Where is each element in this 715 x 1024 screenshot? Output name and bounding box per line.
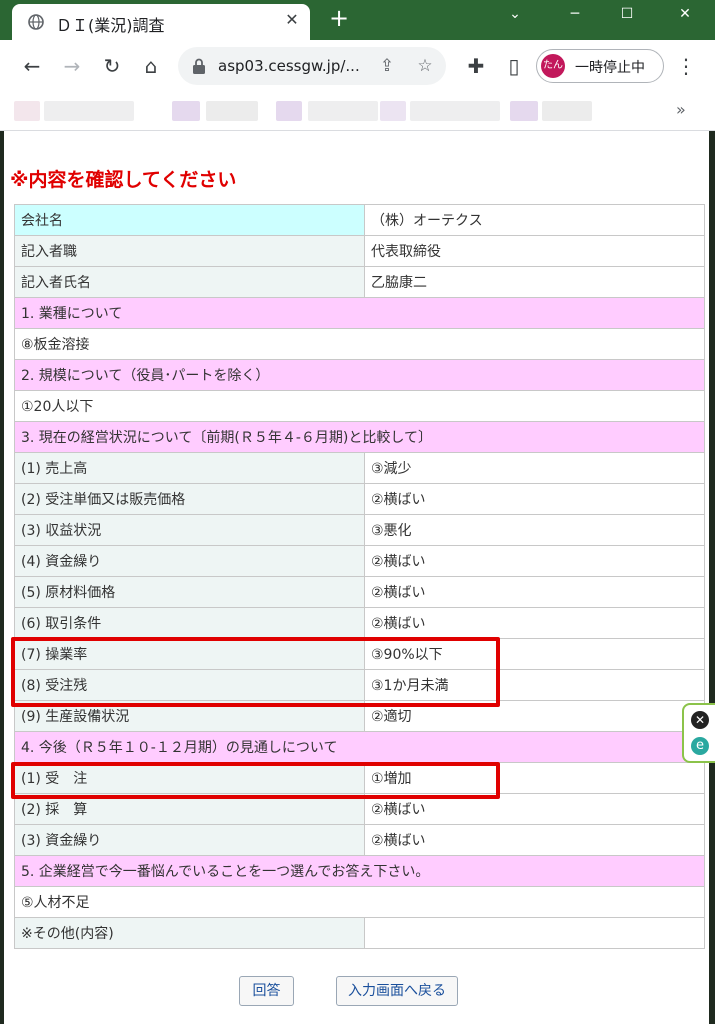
q3-item-value: ②横ばい [364, 545, 705, 577]
bookmark-item[interactable] [542, 101, 592, 121]
q1-answer: ⑧板金溶接 [14, 328, 705, 360]
avatar: たん [541, 54, 565, 78]
q1-title: 1. 業種について [14, 297, 705, 329]
home-icon[interactable]: ⌂ [139, 54, 163, 78]
table-row: ⑤人材不足 [14, 886, 705, 918]
table-row: ⑧板金溶接 [14, 328, 705, 360]
bookmark-item[interactable] [410, 101, 500, 121]
back-to-input-button[interactable]: 入力画面へ戻る [336, 976, 458, 1006]
q5-title: 5. 企業経営で今一番悩んでいることを一つ選んでお答え下さい。 [14, 855, 705, 887]
star-icon[interactable]: ☆ [414, 55, 436, 77]
window-close-button[interactable]: ✕ [662, 0, 708, 32]
extension-side-widget: ✕ e [682, 703, 715, 763]
minimize-button[interactable]: ─ [552, 0, 598, 32]
bookmark-item[interactable] [510, 101, 538, 121]
position-label: 記入者職 [14, 235, 365, 267]
extensions-icon[interactable]: ✚ [464, 54, 488, 78]
table-row: (3) 収益状況 ③悪化 [14, 514, 705, 546]
section-row: 2. 規模について（役員･パートを除く） [14, 359, 705, 391]
table-row: (1) 売上高 ③減少 [14, 452, 705, 484]
q4-item-value: ②横ばい [364, 824, 705, 856]
table-row: ※その他(内容) [14, 917, 705, 949]
table-row: 記入者氏名 乙脇康二 [14, 266, 705, 298]
table-row: 会社名 （株）オーテクス [14, 204, 705, 236]
section-row: 4. 今後（Ｒ５年１０-１２月期）の見通しについて [14, 731, 705, 763]
section-row: 1. 業種について [14, 297, 705, 329]
table-row: ①20人以下 [14, 390, 705, 422]
name-value: 乙脇康二 [364, 266, 705, 298]
back-icon[interactable]: ← [20, 54, 44, 78]
confirm-notice: ※内容を確認してください [10, 169, 237, 191]
close-icon[interactable]: ✕ [691, 711, 709, 729]
table-row: (2) 受注単価又は販売価格 ②横ばい [14, 483, 705, 515]
position-value: 代表取締役 [364, 235, 705, 267]
tab-title: ＤＩ(業況)調査 [56, 16, 165, 35]
q3-item-value: ③悪化 [364, 514, 705, 546]
q3-item-value: ③減少 [364, 452, 705, 484]
q3-item-value: ②横ばい [364, 607, 705, 639]
section-row: 3. 現在の経営状況について〔前期(Ｒ５年４-６月期)と比較して〕 [14, 421, 705, 453]
side-panel-icon[interactable]: ▯ [502, 54, 526, 78]
page-content: ※内容を確認してください 会社名 （株）オーテクス 記入者職 代表取締役 記入者… [4, 131, 709, 1024]
bookmark-item[interactable] [308, 101, 378, 121]
q4-title: 4. 今後（Ｒ５年１０-１２月期）の見通しについて [14, 731, 705, 763]
q3-title: 3. 現在の経営状況について〔前期(Ｒ５年４-６月期)と比較して〕 [14, 421, 705, 453]
profile-status: 一時停止中 [575, 60, 645, 76]
tab-strip: ＤＩ(業況)調査 ✕ + ⌄ ─ ☐ ✕ [0, 0, 715, 40]
url-text: asp03.cessgw.jp/... [218, 57, 360, 75]
extension-icon[interactable]: e [691, 737, 709, 755]
q5-answer: ⑤人材不足 [14, 886, 705, 918]
highlight-box [11, 762, 500, 799]
bookmark-item[interactable] [172, 101, 200, 121]
forward-icon[interactable]: → [60, 54, 84, 78]
table-row: (5) 原材料価格 ②横ばい [14, 576, 705, 608]
q2-answer: ①20人以下 [14, 390, 705, 422]
profile-button[interactable]: たん 一時停止中 [536, 49, 664, 83]
table-row: (4) 資金繰り ②横ばい [14, 545, 705, 577]
q3-item-label: (5) 原材料価格 [14, 576, 365, 608]
new-tab-button[interactable]: + [326, 6, 352, 32]
bookmark-item[interactable] [206, 101, 258, 121]
other-value [364, 917, 705, 949]
q3-item-label: (6) 取引条件 [14, 607, 365, 639]
menu-icon[interactable]: ⋮ [674, 54, 698, 78]
bookmark-item[interactable] [276, 101, 302, 121]
highlight-box [11, 637, 500, 707]
browser-tab[interactable]: ＤＩ(業況)調査 ✕ [12, 4, 310, 40]
tab-close-icon[interactable]: ✕ [282, 10, 302, 30]
submit-button[interactable]: 回答 [239, 976, 294, 1006]
table-row: (3) 資金繰り ②横ばい [14, 824, 705, 856]
globe-icon [28, 14, 44, 30]
q3-item-label: (4) 資金繰り [14, 545, 365, 577]
name-label: 記入者氏名 [14, 266, 365, 298]
lock-icon [193, 58, 205, 74]
q3-item-label: (1) 売上高 [14, 452, 365, 484]
bookmark-item[interactable] [14, 101, 40, 121]
company-value: （株）オーテクス [364, 204, 705, 236]
q4-item-label: (3) 資金繰り [14, 824, 365, 856]
company-label: 会社名 [14, 204, 365, 236]
survey-confirm-table: 会社名 （株）オーテクス 記入者職 代表取締役 記入者氏名 乙脇康二 1. 業種… [14, 204, 705, 949]
bookmark-item[interactable] [44, 101, 134, 121]
q2-title: 2. 規模について（役員･パートを除く） [14, 359, 705, 391]
share-icon[interactable]: ⇪ [376, 55, 398, 77]
reload-icon[interactable]: ↻ [100, 54, 124, 78]
q3-item-label: (3) 収益状況 [14, 514, 365, 546]
section-row: 5. 企業経営で今一番悩んでいることを一つ選んでお答え下さい。 [14, 855, 705, 887]
browser-chrome: ＤＩ(業況)調査 ✕ + ⌄ ─ ☐ ✕ ← → ↻ ⌂ asp03.cessg… [0, 0, 715, 131]
q3-item-value: ②横ばい [364, 483, 705, 515]
maximize-button[interactable]: ☐ [604, 0, 650, 32]
bookmarks-bar: » [0, 92, 715, 131]
address-bar[interactable]: asp03.cessgw.jp/... ⇪ ☆ [178, 47, 446, 85]
table-row: 記入者職 代表取締役 [14, 235, 705, 267]
other-label: ※その他(内容) [14, 917, 365, 949]
q3-item-label: (2) 受注単価又は販売価格 [14, 483, 365, 515]
browser-toolbar: ← → ↻ ⌂ asp03.cessgw.jp/... ⇪ ☆ ✚ ▯ たん 一… [0, 40, 715, 92]
bookmark-item[interactable] [380, 101, 406, 121]
bookmarks-more-icon[interactable]: » [676, 100, 686, 119]
tab-search-icon[interactable]: ⌄ [492, 0, 538, 32]
table-row: (6) 取引条件 ②横ばい [14, 607, 705, 639]
q3-item-value: ②横ばい [364, 576, 705, 608]
